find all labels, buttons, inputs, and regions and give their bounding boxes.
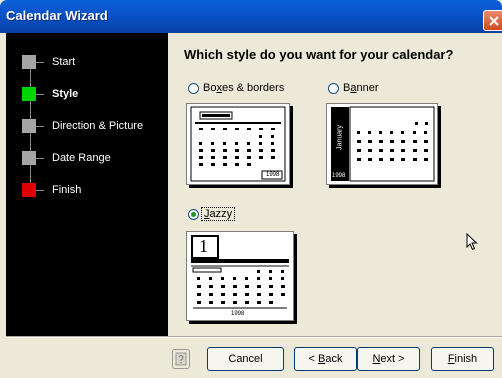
step-start[interactable]: Start [6, 53, 168, 71]
title-bar[interactable]: Calendar Wizard [0, 0, 502, 33]
help-icon [175, 352, 187, 366]
option-boxes-borders-label: Boxes & borders [203, 82, 285, 94]
step-direction-picture[interactable]: Direction & Picture [6, 117, 168, 135]
banner-year: 1998 [332, 173, 346, 179]
step-style-marker [22, 87, 36, 101]
page-heading: Which style do you want for your calenda… [184, 47, 454, 62]
wizard-content: Which style do you want for your calenda… [168, 33, 502, 336]
step-start-marker [22, 55, 36, 69]
preview-boxes-borders[interactable]: 1998 [186, 103, 290, 185]
jazzy-day-number: 1 [199, 236, 208, 256]
next-button[interactable]: Next > [357, 347, 420, 371]
close-icon [489, 16, 499, 26]
step-finish[interactable]: Finish [6, 181, 168, 199]
radio-banner[interactable] [328, 83, 339, 94]
window-title: Calendar Wizard [6, 8, 108, 23]
calendar-wizard-window: Calendar Wizard Start Style Direction & … [0, 0, 502, 378]
footer-separator [6, 336, 502, 338]
wizard-steps-sidebar: Start Style Direction & Picture Date Ran… [6, 33, 168, 336]
step-date-range-label: Date Range [52, 152, 111, 164]
step-date-range-marker [22, 151, 36, 165]
preview-jazzy[interactable]: 1 1998 [186, 231, 294, 321]
radio-jazzy[interactable] [188, 209, 199, 220]
preview-banner[interactable]: January 1998 [326, 103, 438, 185]
step-date-range[interactable]: Date Range [6, 149, 168, 167]
help-button[interactable] [172, 349, 190, 369]
step-finish-marker [22, 183, 36, 197]
option-banner-label: Banner [343, 82, 379, 94]
mouse-cursor-icon [466, 233, 478, 251]
radio-boxes-borders[interactable] [188, 83, 199, 94]
finish-button[interactable]: Finish [431, 347, 494, 371]
close-button[interactable] [483, 10, 502, 31]
step-direction-picture-label: Direction & Picture [52, 120, 144, 132]
step-style[interactable]: Style [6, 85, 168, 103]
step-style-label: Style [52, 88, 79, 100]
banner-month-label: January [336, 125, 344, 150]
jazzy-year: 1998 [231, 311, 245, 317]
step-direction-picture-marker [22, 119, 36, 133]
step-start-label: Start [52, 56, 76, 68]
back-button[interactable]: < Back [294, 347, 357, 371]
banner-thumbnail [331, 106, 435, 182]
option-jazzy-label: Jazzy [201, 207, 236, 221]
step-finish-label: Finish [52, 184, 82, 196]
cancel-button[interactable]: Cancel [207, 347, 284, 371]
boxes-borders-year: 1998 [266, 172, 280, 178]
